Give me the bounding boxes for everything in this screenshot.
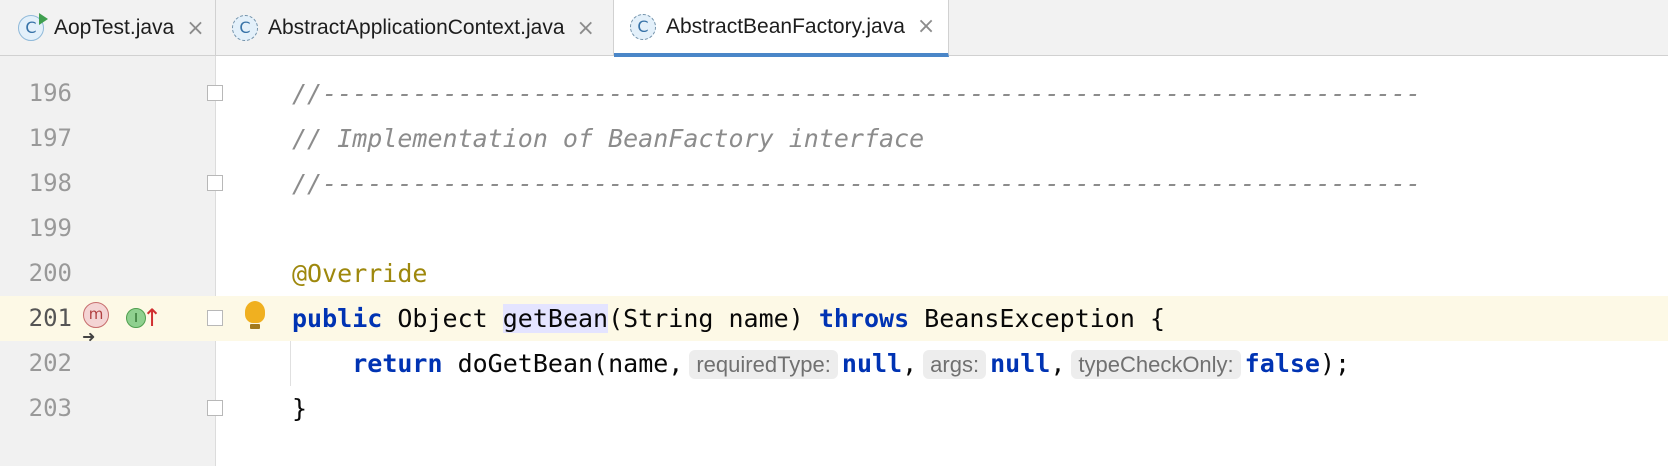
- keyword: null: [841, 349, 903, 378]
- keyword: false: [1244, 349, 1320, 378]
- line-number: 200: [28, 259, 72, 287]
- fold-marker-icon[interactable]: [207, 85, 223, 101]
- code-line-196[interactable]: 196 //----------------------------------…: [0, 71, 1668, 116]
- code-text: ,: [1050, 349, 1066, 378]
- keyword: throws: [818, 304, 910, 333]
- code-text: doGetBean(name,: [442, 349, 684, 378]
- method-name-highlight: getBean: [502, 304, 609, 333]
- code-text: BeansException {: [909, 304, 1165, 333]
- tab-label: AbstractApplicationContext.java: [268, 16, 565, 39]
- close-icon[interactable]: ×: [917, 14, 935, 39]
- code-text: (String name): [608, 304, 819, 333]
- code-line-200[interactable]: 200 @Override: [0, 251, 1668, 296]
- fold-marker-icon[interactable]: [207, 175, 223, 191]
- code-text: );: [1319, 349, 1351, 378]
- code-editor[interactable]: 196 //----------------------------------…: [0, 56, 1668, 466]
- keyword: public: [292, 304, 383, 333]
- code-text: }: [292, 394, 308, 423]
- class-run-icon: C: [18, 13, 48, 41]
- line-number: 197: [28, 124, 72, 152]
- line-number: 199: [28, 214, 72, 242]
- code-text: //--------------------------------------…: [292, 79, 1421, 108]
- line-number: 201: [0, 296, 72, 341]
- fold-marker-icon[interactable]: [207, 400, 223, 416]
- code-text: public Object getBean(String name) throw…: [292, 296, 1165, 341]
- code-line-197[interactable]: 197 // Implementation of BeanFactory int…: [0, 116, 1668, 161]
- parameter-hint: args:: [923, 350, 987, 379]
- close-icon[interactable]: ×: [186, 16, 204, 41]
- code-line-201[interactable]: 201 m ➜ I ↑ public Object getBean(String…: [0, 296, 1668, 346]
- code-text: // Implementation of BeanFactory interfa…: [292, 124, 925, 153]
- class-icon: C: [232, 15, 258, 41]
- code-text: ,: [902, 349, 918, 378]
- class-icon: C: [630, 13, 656, 40]
- overrides-up-arrow-icon[interactable]: ↑: [142, 296, 162, 341]
- code-line-198[interactable]: 198 //----------------------------------…: [0, 161, 1668, 206]
- close-icon[interactable]: ×: [577, 16, 595, 41]
- parameter-hint: requiredType:: [689, 350, 838, 379]
- editor-tab-bar: C AopTest.java × C AbstractApplicationCo…: [0, 0, 1668, 57]
- line-number: 198: [28, 169, 72, 197]
- parameter-hint: typeCheckOnly:: [1071, 350, 1241, 379]
- code-text: //--------------------------------------…: [292, 169, 1421, 198]
- code-line-203[interactable]: 203 }: [0, 386, 1668, 431]
- override-annotation: @Override: [292, 259, 428, 288]
- code-text: return doGetBean(name, requiredType: null,…: [292, 341, 1350, 387]
- keyword: return: [352, 349, 443, 378]
- code-text: Object: [382, 304, 503, 333]
- code-line-202[interactable]: 202 return doGetBean(name, requiredType: n…: [0, 341, 1668, 386]
- fold-marker-icon[interactable]: [207, 310, 223, 326]
- line-number: 202: [28, 349, 72, 377]
- line-number: 203: [28, 394, 72, 422]
- line-number: 196: [28, 79, 72, 107]
- code-line-199[interactable]: 199: [0, 206, 1668, 251]
- tab-abstract-bean-factory[interactable]: C AbstractBeanFactory.java ×: [614, 0, 949, 57]
- lightbulb-icon[interactable]: [245, 301, 265, 329]
- tab-label: AopTest.java: [54, 16, 175, 39]
- tab-aoptest[interactable]: C AopTest.java ×: [0, 0, 216, 56]
- tab-label: AbstractBeanFactory.java: [666, 14, 905, 38]
- indent-guide: [290, 341, 291, 386]
- keyword: null: [990, 349, 1051, 378]
- tab-abstract-application-context[interactable]: C AbstractApplicationContext.java ×: [216, 0, 614, 56]
